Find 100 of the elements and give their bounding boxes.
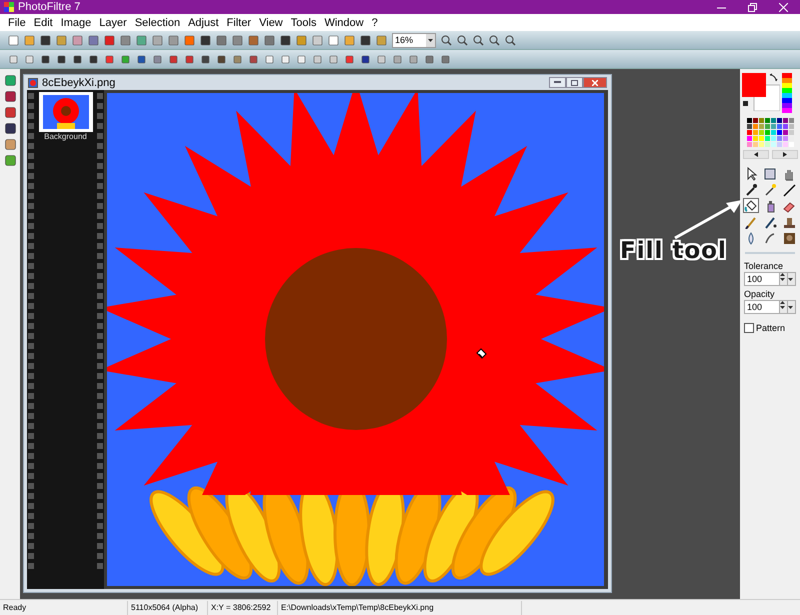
- magnifier-icon[interactable]: [505, 34, 516, 46]
- toolbar-icon[interactable]: [136, 54, 147, 64]
- left-arrow-icon: [754, 152, 758, 157]
- zoom-field[interactable]: 16%: [392, 32, 436, 48]
- bucket-cursor-icon: [476, 348, 487, 359]
- toolbar-icon[interactable]: [344, 54, 355, 64]
- layer-name: Background: [44, 132, 87, 141]
- dropdown-arrow-icon[interactable]: [788, 278, 793, 281]
- magnifier-icon[interactable]: [473, 34, 484, 46]
- toolbar-icon[interactable]: [248, 34, 259, 46]
- toolbar-icon[interactable]: [232, 34, 243, 46]
- toolbar-icon[interactable]: [8, 34, 19, 46]
- toolbar-icon[interactable]: [440, 54, 451, 64]
- spinner-arrows-icon[interactable]: [780, 301, 785, 309]
- toolbar-icon[interactable]: [120, 54, 131, 64]
- menu-item[interactable]: Layer: [95, 16, 131, 28]
- toolbar-icon[interactable]: [184, 54, 195, 64]
- image-file-icon: [28, 78, 38, 88]
- toolbar-icon[interactable]: [216, 54, 227, 64]
- opacity-label: Opacity: [744, 289, 776, 299]
- image-title: 8cEbeykXi.png: [42, 76, 116, 88]
- app-logo-icon: [4, 2, 14, 12]
- scroll-right-button[interactable]: [772, 150, 798, 159]
- magic-wand-icon: [763, 182, 777, 196]
- layer-thumbnail[interactable]: [40, 93, 92, 131]
- toolbar-icon[interactable]: [104, 34, 115, 46]
- tolerance-label: Tolerance: [744, 261, 784, 271]
- close-button[interactable]: [583, 77, 607, 88]
- magnifier-icon[interactable]: [489, 34, 500, 46]
- sunflower-thumbnail: [42, 95, 88, 129]
- line-icon: [782, 182, 796, 196]
- color-palette[interactable]: [746, 118, 794, 147]
- toolbar-icon[interactable]: [168, 54, 179, 64]
- menu-item[interactable]: File: [4, 16, 30, 28]
- toolbar-icon[interactable]: [88, 34, 99, 46]
- toolbar-icon[interactable]: [200, 54, 211, 64]
- opacity-field[interactable]: 100: [744, 300, 796, 314]
- spinner-arrows-icon[interactable]: [780, 273, 785, 281]
- status-text: E:\Downloads\xTemp\Temp\8cEbeykXi.png: [278, 600, 522, 614]
- toolbar-icon[interactable]: [72, 54, 83, 64]
- eyedropper-icon: [744, 182, 758, 196]
- portrait-icon: [782, 230, 796, 244]
- toolbar-icon[interactable]: [104, 54, 115, 64]
- paint-bucket-icon: [744, 198, 758, 212]
- toolbar-icon[interactable]: [152, 54, 163, 64]
- tolerance-field[interactable]: 100: [744, 272, 796, 286]
- toolbar-icon[interactable]: [88, 54, 99, 64]
- menu-item[interactable]: Image: [56, 16, 96, 28]
- tool-button[interactable]: [781, 230, 797, 245]
- close-icon: [592, 80, 598, 86]
- menu-item[interactable]: Window: [320, 16, 368, 28]
- maximize-icon: [571, 80, 578, 86]
- pattern-label: Pattern: [756, 323, 786, 333]
- scroll-left-button[interactable]: [742, 150, 768, 159]
- tool-button[interactable]: [781, 182, 797, 197]
- toolbar-icon[interactable]: [40, 54, 51, 64]
- toolbar-icon[interactable]: [232, 54, 243, 64]
- menu-item[interactable]: Adjust: [184, 16, 223, 28]
- tool-button[interactable]: [762, 166, 778, 181]
- right-arrow-icon: [782, 152, 786, 157]
- toolbar-icon[interactable]: [120, 34, 131, 46]
- menu-item[interactable]: Edit: [30, 16, 57, 28]
- magnifier-icon[interactable]: [441, 34, 452, 46]
- annotation-text: Fill tool: [620, 238, 727, 264]
- toolbar-icon[interactable]: [424, 54, 435, 64]
- pen-icon: [763, 214, 777, 228]
- menu-item[interactable]: ?: [368, 16, 382, 28]
- toolbar-icon[interactable]: [360, 54, 371, 64]
- color-swatch-drawing[interactable]: [742, 73, 780, 111]
- toolbar-icon[interactable]: [56, 54, 67, 64]
- menu-item[interactable]: View: [255, 16, 287, 28]
- selection-icon: [763, 166, 777, 180]
- toolbar-icon[interactable]: [248, 54, 259, 64]
- menu-item[interactable]: Selection: [130, 16, 184, 28]
- menu-item[interactable]: Tools: [286, 16, 320, 28]
- color-spectrum-drawing[interactable]: [782, 73, 792, 113]
- status-text: X:Y = 3806:2592: [208, 600, 278, 614]
- window-title: PhotoFiltre 7: [18, 1, 82, 13]
- minimize-button[interactable]: [549, 77, 566, 88]
- magnifier-icon[interactable]: [457, 34, 468, 46]
- toolbar-icon[interactable]: [280, 34, 291, 46]
- dropdown-arrow-icon[interactable]: [428, 38, 433, 42]
- close-icon[interactable]: [779, 2, 788, 12]
- toolbar-icon[interactable]: [200, 34, 211, 46]
- toolbar-icon[interactable]: [360, 34, 371, 46]
- pattern-checkbox[interactable]: [744, 323, 754, 333]
- toolbar-icon[interactable]: [264, 34, 275, 46]
- toolbar-icon[interactable]: [216, 34, 227, 46]
- status-text: Ready: [0, 600, 128, 614]
- restore-icon[interactable]: [748, 2, 757, 12]
- toolbar-icon[interactable]: [184, 34, 195, 46]
- tool-button[interactable]: [743, 198, 759, 213]
- brush-icon: [744, 214, 758, 228]
- menu-item[interactable]: Filter: [222, 16, 256, 28]
- maximize-button[interactable]: [566, 77, 583, 88]
- dropdown-arrow-icon[interactable]: [788, 306, 793, 309]
- toolbar-icon[interactable]: [40, 34, 51, 46]
- annotation-arrow: [672, 198, 744, 242]
- toolbar-icon[interactable]: [328, 34, 339, 46]
- status-text: 5110x5064 (Alpha): [128, 600, 208, 614]
